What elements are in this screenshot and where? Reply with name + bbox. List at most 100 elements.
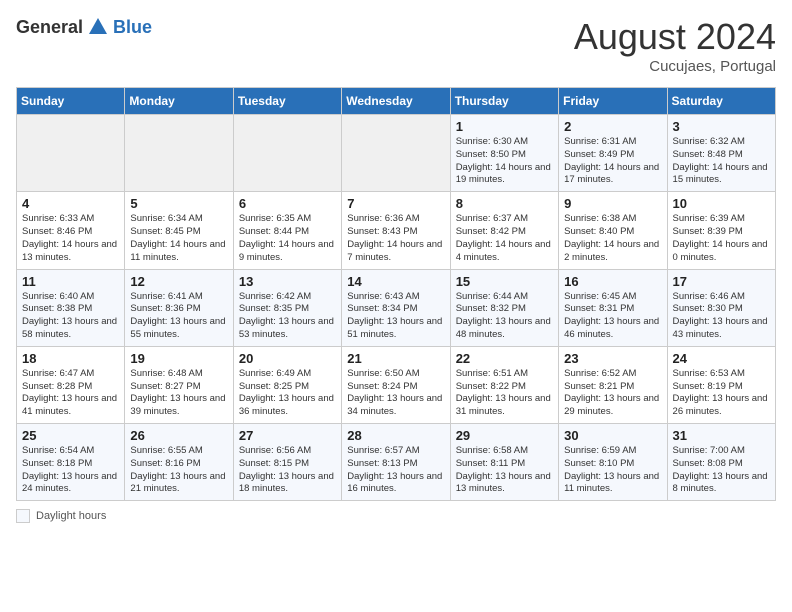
title-block: August 2024 Cucujaes, Portugal bbox=[574, 16, 776, 75]
calendar-cell: 15 Sunrise: 6:44 AMSunset: 8:32 PMDayligh… bbox=[450, 269, 558, 346]
day-number: 30 bbox=[564, 428, 661, 443]
calendar-day-header: Friday bbox=[559, 88, 667, 115]
calendar-cell: 30 Sunrise: 6:59 AMSunset: 8:10 PMDayligh… bbox=[559, 424, 667, 501]
calendar-cell: 4 Sunrise: 6:33 AMSunset: 8:46 PMDaylight… bbox=[17, 192, 125, 269]
day-number: 15 bbox=[456, 274, 553, 289]
day-number: 28 bbox=[347, 428, 444, 443]
day-info: Sunrise: 6:49 AMSunset: 8:25 PMDaylight:… bbox=[239, 368, 336, 419]
day-number: 29 bbox=[456, 428, 553, 443]
day-number: 27 bbox=[239, 428, 336, 443]
day-number: 23 bbox=[564, 351, 661, 366]
day-info: Sunrise: 6:52 AMSunset: 8:21 PMDaylight:… bbox=[564, 368, 661, 419]
day-number: 1 bbox=[456, 119, 553, 134]
day-info: Sunrise: 6:36 AMSunset: 8:43 PMDaylight:… bbox=[347, 213, 444, 264]
day-number: 12 bbox=[130, 274, 227, 289]
day-number: 10 bbox=[673, 196, 770, 211]
day-info: Sunrise: 6:42 AMSunset: 8:35 PMDaylight:… bbox=[239, 291, 336, 342]
calendar-cell bbox=[17, 115, 125, 192]
day-info: Sunrise: 6:58 AMSunset: 8:11 PMDaylight:… bbox=[456, 445, 553, 496]
day-info: Sunrise: 6:35 AMSunset: 8:44 PMDaylight:… bbox=[239, 213, 336, 264]
day-info: Sunrise: 6:55 AMSunset: 8:16 PMDaylight:… bbox=[130, 445, 227, 496]
calendar-cell: 8 Sunrise: 6:37 AMSunset: 8:42 PMDaylight… bbox=[450, 192, 558, 269]
calendar-week-row: 18Sunrise: 6:47 AMSunset: 8:28 PMDayligh… bbox=[17, 346, 776, 423]
calendar-cell: 10 Sunrise: 6:39 AMSunset: 8:39 PMDayligh… bbox=[667, 192, 775, 269]
calendar-day-header: Saturday bbox=[667, 88, 775, 115]
calendar-header-row: SundayMondayTuesdayWednesdayThursdayFrid… bbox=[17, 88, 776, 115]
day-number: 26 bbox=[130, 428, 227, 443]
calendar-week-row: 25 Sunrise: 6:54 AMSunset: 8:18 PMDayligh… bbox=[17, 424, 776, 501]
calendar-day-header: Monday bbox=[125, 88, 233, 115]
calendar-day-header: Wednesday bbox=[342, 88, 450, 115]
calendar-cell bbox=[233, 115, 341, 192]
calendar-cell: 3Sunrise: 6:32 AMSunset: 8:48 PMDaylight… bbox=[667, 115, 775, 192]
logo-general: General bbox=[16, 17, 83, 38]
day-info: Sunrise: 6:53 AMSunset: 8:19 PMDaylight:… bbox=[673, 368, 770, 419]
calendar-day-header: Tuesday bbox=[233, 88, 341, 115]
day-number: 7 bbox=[347, 196, 444, 211]
calendar-cell bbox=[342, 115, 450, 192]
day-number: 22 bbox=[456, 351, 553, 366]
page-header: General Blue August 2024 Cucujaes, Portu… bbox=[16, 16, 776, 75]
day-number: 25 bbox=[22, 428, 119, 443]
day-info: Sunrise: 6:37 AMSunset: 8:42 PMDaylight:… bbox=[456, 213, 553, 264]
day-number: 6 bbox=[239, 196, 336, 211]
calendar-cell: 1 Sunrise: 6:30 AMSunset: 8:50 PMDaylight… bbox=[450, 115, 558, 192]
calendar-cell: 11Sunrise: 6:40 AMSunset: 8:38 PMDayligh… bbox=[17, 269, 125, 346]
day-info: Sunrise: 6:34 AMSunset: 8:45 PMDaylight:… bbox=[130, 213, 227, 264]
calendar-week-row: 4 Sunrise: 6:33 AMSunset: 8:46 PMDaylight… bbox=[17, 192, 776, 269]
calendar-cell: 20 Sunrise: 6:49 AMSunset: 8:25 PMDayligh… bbox=[233, 346, 341, 423]
day-number: 8 bbox=[456, 196, 553, 211]
calendar-cell: 12Sunrise: 6:41 AMSunset: 8:36 PMDayligh… bbox=[125, 269, 233, 346]
day-info: Sunrise: 6:56 AMSunset: 8:15 PMDaylight:… bbox=[239, 445, 336, 496]
day-info: Sunrise: 6:39 AMSunset: 8:39 PMDaylight:… bbox=[673, 213, 770, 264]
day-info: Sunrise: 6:43 AMSunset: 8:34 PMDaylight:… bbox=[347, 291, 444, 342]
calendar-cell: 17Sunrise: 6:46 AMSunset: 8:30 PMDayligh… bbox=[667, 269, 775, 346]
calendar-cell: 29 Sunrise: 6:58 AMSunset: 8:11 PMDayligh… bbox=[450, 424, 558, 501]
calendar-day-header: Thursday bbox=[450, 88, 558, 115]
day-number: 31 bbox=[673, 428, 770, 443]
calendar-cell: 7 Sunrise: 6:36 AMSunset: 8:43 PMDaylight… bbox=[342, 192, 450, 269]
day-info: Sunrise: 6:44 AMSunset: 8:32 PMDaylight:… bbox=[456, 291, 553, 342]
day-number: 19 bbox=[130, 351, 227, 366]
day-info: Sunrise: 7:00 AMSunset: 8:08 PMDaylight:… bbox=[673, 445, 770, 496]
day-number: 4 bbox=[22, 196, 119, 211]
day-number: 18 bbox=[22, 351, 119, 366]
logo-blue: Blue bbox=[113, 17, 152, 38]
day-info: Sunrise: 6:59 AMSunset: 8:10 PMDaylight:… bbox=[564, 445, 661, 496]
calendar-cell: 19Sunrise: 6:48 AMSunset: 8:27 PMDayligh… bbox=[125, 346, 233, 423]
calendar-cell: 22 Sunrise: 6:51 AMSunset: 8:22 PMDayligh… bbox=[450, 346, 558, 423]
day-info: Sunrise: 6:57 AMSunset: 8:13 PMDaylight:… bbox=[347, 445, 444, 496]
calendar-cell: 14Sunrise: 6:43 AMSunset: 8:34 PMDayligh… bbox=[342, 269, 450, 346]
day-number: 24 bbox=[673, 351, 770, 366]
calendar-cell: 9Sunrise: 6:38 AMSunset: 8:40 PMDaylight… bbox=[559, 192, 667, 269]
calendar-cell: 24 Sunrise: 6:53 AMSunset: 8:19 PMDayligh… bbox=[667, 346, 775, 423]
day-info: Sunrise: 6:50 AMSunset: 8:24 PMDaylight:… bbox=[347, 368, 444, 419]
calendar-cell: 13 Sunrise: 6:42 AMSunset: 8:35 PMDayligh… bbox=[233, 269, 341, 346]
day-number: 16 bbox=[564, 274, 661, 289]
calendar-cell: 31 Sunrise: 7:00 AMSunset: 8:08 PMDayligh… bbox=[667, 424, 775, 501]
calendar-cell: 23 Sunrise: 6:52 AMSunset: 8:21 PMDayligh… bbox=[559, 346, 667, 423]
calendar-table: SundayMondayTuesdayWednesdayThursdayFrid… bbox=[16, 87, 776, 501]
day-info: Sunrise: 6:30 AMSunset: 8:50 PMDaylight:… bbox=[456, 136, 553, 187]
calendar-day-header: Sunday bbox=[17, 88, 125, 115]
day-number: 20 bbox=[239, 351, 336, 366]
calendar-week-row: 11Sunrise: 6:40 AMSunset: 8:38 PMDayligh… bbox=[17, 269, 776, 346]
day-info: Sunrise: 6:51 AMSunset: 8:22 PMDaylight:… bbox=[456, 368, 553, 419]
day-info: Sunrise: 6:31 AMSunset: 8:49 PMDaylight:… bbox=[564, 136, 661, 187]
calendar-cell: 5 Sunrise: 6:34 AMSunset: 8:45 PMDaylight… bbox=[125, 192, 233, 269]
legend-box bbox=[16, 509, 30, 523]
month-year: August 2024 bbox=[574, 16, 776, 58]
day-number: 13 bbox=[239, 274, 336, 289]
day-number: 5 bbox=[130, 196, 227, 211]
calendar-cell bbox=[125, 115, 233, 192]
day-info: Sunrise: 6:45 AMSunset: 8:31 PMDaylight:… bbox=[564, 291, 661, 342]
calendar-cell: 27 Sunrise: 6:56 AMSunset: 8:15 PMDayligh… bbox=[233, 424, 341, 501]
day-info: Sunrise: 6:38 AMSunset: 8:40 PMDaylight:… bbox=[564, 213, 661, 264]
calendar-cell: 26 Sunrise: 6:55 AMSunset: 8:16 PMDayligh… bbox=[125, 424, 233, 501]
logo: General Blue bbox=[16, 16, 152, 38]
day-info: Sunrise: 6:32 AMSunset: 8:48 PMDaylight:… bbox=[673, 136, 770, 187]
day-info: Sunrise: 6:33 AMSunset: 8:46 PMDaylight:… bbox=[22, 213, 119, 264]
day-info: Sunrise: 6:54 AMSunset: 8:18 PMDaylight:… bbox=[22, 445, 119, 496]
calendar-cell: 18Sunrise: 6:47 AMSunset: 8:28 PMDayligh… bbox=[17, 346, 125, 423]
day-number: 11 bbox=[22, 274, 119, 289]
